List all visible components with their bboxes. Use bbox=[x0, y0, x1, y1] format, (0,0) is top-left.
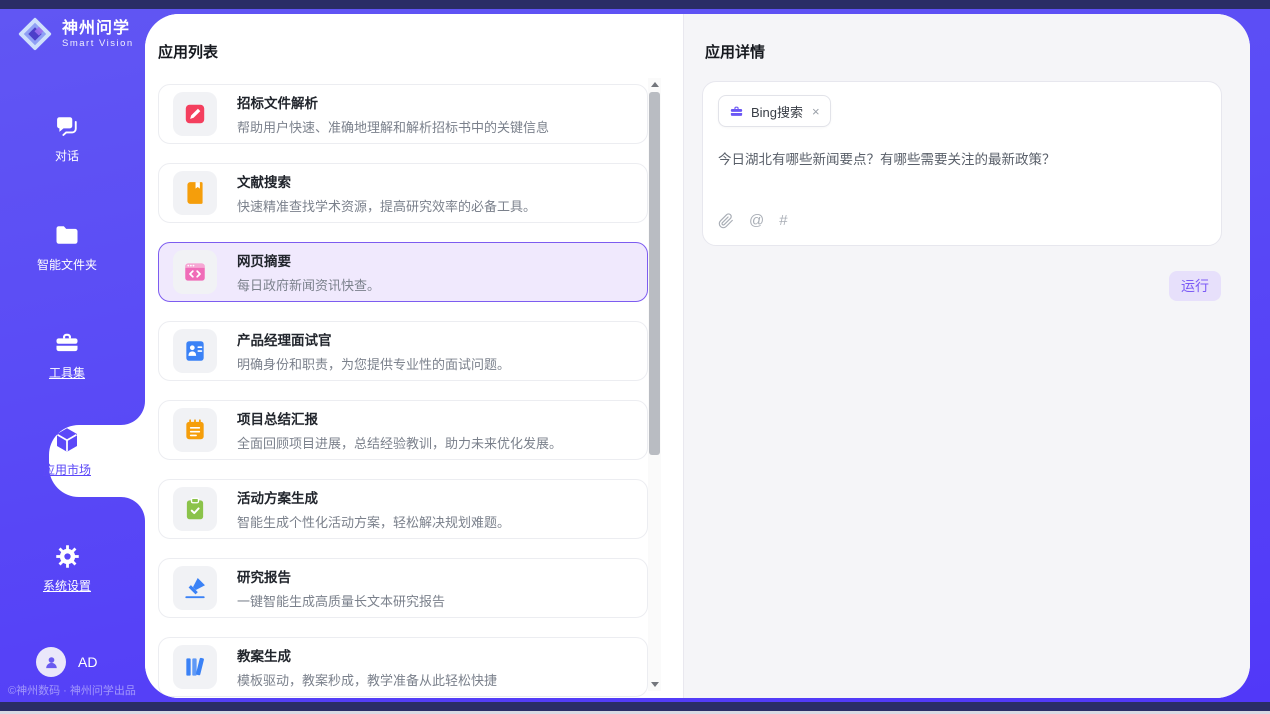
app-icon-box bbox=[173, 566, 217, 610]
app-name: 产品经理面试官 bbox=[237, 329, 510, 349]
app-icon-box bbox=[173, 408, 217, 452]
clipboard-check-icon bbox=[182, 496, 208, 522]
app-name: 网页摘要 bbox=[237, 250, 380, 270]
book-icon bbox=[182, 180, 208, 206]
app-list-panel: 应用列表 招标文件解析 帮助用户快速、准确地理解和解析招标书中的关键信息 bbox=[145, 14, 683, 698]
app-name: 文献搜索 bbox=[237, 171, 536, 191]
user-account[interactable]: AD bbox=[36, 647, 97, 677]
app-card[interactable]: 活动方案生成 智能生成个性化活动方案，轻松解决规划难题。 bbox=[158, 479, 648, 539]
scrollbar[interactable] bbox=[648, 78, 661, 691]
app-description: 一键智能生成高质量长文本研究报告 bbox=[237, 591, 445, 610]
tool-tag-bing-search[interactable]: Bing搜索 × bbox=[718, 95, 831, 127]
app-icon-box bbox=[173, 171, 217, 215]
app-description: 模板驱动，教案秒成，教学准备从此轻松快捷 bbox=[237, 670, 497, 689]
app-name: 活动方案生成 bbox=[237, 487, 510, 507]
app-description: 智能生成个性化活动方案，轻松解决规划难题。 bbox=[237, 512, 510, 531]
sidebar-item-label: 工具集 bbox=[49, 364, 85, 381]
scrollbar-up-arrow[interactable] bbox=[648, 78, 661, 91]
app-card[interactable]: 研究报告 一键智能生成高质量长文本研究报告 bbox=[158, 558, 648, 618]
app-name: 招标文件解析 bbox=[237, 92, 549, 112]
chat-icon bbox=[53, 112, 81, 140]
app-icon-box bbox=[173, 645, 217, 689]
app-icon-box bbox=[173, 92, 217, 136]
scrollbar-thumb[interactable] bbox=[649, 92, 660, 455]
report-pen-icon bbox=[182, 575, 208, 601]
folder-icon bbox=[53, 221, 81, 249]
sidebar-item-settings[interactable]: 系统设置 bbox=[0, 543, 134, 594]
brand-subtitle: Smart Vision bbox=[62, 38, 134, 49]
books-icon bbox=[182, 654, 208, 680]
paperclip-icon[interactable] bbox=[718, 213, 734, 229]
sidebar-item-label: 应用市场 bbox=[43, 461, 91, 478]
app-description: 快速精准查找学术资源，提高研究效率的必备工具。 bbox=[237, 196, 536, 215]
person-icon bbox=[43, 654, 60, 671]
input-toolbar: @ # bbox=[718, 212, 788, 229]
interview-icon bbox=[182, 338, 208, 364]
app-description: 全面回顾项目进展，总结经验教训，助力未来优化发展。 bbox=[237, 433, 562, 452]
prompt-input-card[interactable]: Bing搜索 × 今日湖北有哪些新闻要点？有哪些需要关注的最新政策？ @ # bbox=[702, 81, 1222, 246]
cube-icon bbox=[52, 425, 82, 455]
tool-tag-close-icon[interactable]: × bbox=[812, 104, 820, 119]
hash-icon[interactable]: # bbox=[779, 212, 787, 229]
app-card-list: 招标文件解析 帮助用户快速、准确地理解和解析招标书中的关键信息 文献搜索 快速精… bbox=[158, 84, 648, 698]
avatar bbox=[36, 647, 66, 677]
sidebar-item-label: 对话 bbox=[55, 147, 79, 164]
main-content: 应用列表 招标文件解析 帮助用户快速、准确地理解和解析招标书中的关键信息 bbox=[145, 14, 1250, 698]
app-icon-box bbox=[173, 487, 217, 531]
note-icon bbox=[182, 417, 208, 443]
app-description: 每日政府新闻资讯快查。 bbox=[237, 275, 380, 294]
tool-tag-label: Bing搜索 bbox=[751, 102, 803, 121]
sidebar-item-smart-folder[interactable]: 智能文件夹 bbox=[0, 221, 134, 273]
app-description: 明确身份和职责，为您提供专业性的面试问题。 bbox=[237, 354, 510, 373]
sidebar-item-chat[interactable]: 对话 bbox=[0, 112, 134, 164]
sidebar-item-label: 系统设置 bbox=[43, 577, 91, 594]
app-card[interactable]: 教案生成 模板驱动，教案秒成，教学准备从此轻松快捷 bbox=[158, 637, 648, 697]
app-card[interactable]: 文献搜索 快速精准查找学术资源，提高研究效率的必备工具。 bbox=[158, 163, 648, 223]
app-window: 神州问学 Smart Vision 对话 智能文件夹 工具集 应用市场 系统设置… bbox=[0, 0, 1270, 714]
app-detail-title: 应用详情 bbox=[705, 41, 765, 62]
app-card[interactable]: 网页摘要 每日政府新闻资讯快查。 bbox=[158, 242, 648, 302]
brand-logo: 神州问学 Smart Vision bbox=[16, 15, 134, 53]
app-name: 教案生成 bbox=[237, 645, 497, 665]
app-card[interactable]: 产品经理面试官 明确身份和职责，为您提供专业性的面试问题。 bbox=[158, 321, 648, 381]
prompt-text-input[interactable]: 今日湖北有哪些新闻要点？有哪些需要关注的最新政策？ bbox=[718, 150, 1206, 170]
sidebar-item-app-market[interactable]: 应用市场 bbox=[0, 425, 134, 478]
user-name: AD bbox=[78, 654, 97, 670]
browser-code-icon bbox=[182, 259, 208, 285]
doc-edit-icon bbox=[182, 101, 208, 127]
sidebar-item-toolset[interactable]: 工具集 bbox=[0, 329, 134, 381]
at-icon[interactable]: @ bbox=[749, 212, 764, 229]
scrollbar-down-arrow[interactable] bbox=[648, 678, 661, 691]
copyright-footer: ©神州数码 · 神州问学出品 bbox=[8, 682, 168, 698]
diamond-logo-icon bbox=[16, 15, 54, 53]
app-card[interactable]: 项目总结汇报 全面回顾项目进展，总结经验教训，助力未来优化发展。 bbox=[158, 400, 648, 460]
briefcase-icon bbox=[729, 104, 744, 119]
app-icon-box bbox=[173, 250, 217, 294]
app-list-title: 应用列表 bbox=[158, 41, 218, 62]
app-detail-panel: 应用详情 Bing搜索 × 今日湖北有哪些新闻要点？有哪些需要关注的最新政策？ … bbox=[683, 14, 1250, 698]
app-icon-box bbox=[173, 329, 217, 373]
sidebar-item-label: 智能文件夹 bbox=[37, 256, 97, 273]
app-description: 帮助用户快速、准确地理解和解析招标书中的关键信息 bbox=[237, 117, 549, 136]
app-name: 项目总结汇报 bbox=[237, 408, 562, 428]
app-name: 研究报告 bbox=[237, 566, 445, 586]
brand-name: 神州问学 bbox=[62, 20, 134, 38]
app-card[interactable]: 招标文件解析 帮助用户快速、准确地理解和解析招标书中的关键信息 bbox=[158, 84, 648, 144]
run-button[interactable]: 运行 bbox=[1169, 271, 1221, 301]
gear-icon bbox=[54, 543, 81, 570]
briefcase-icon bbox=[53, 329, 81, 357]
